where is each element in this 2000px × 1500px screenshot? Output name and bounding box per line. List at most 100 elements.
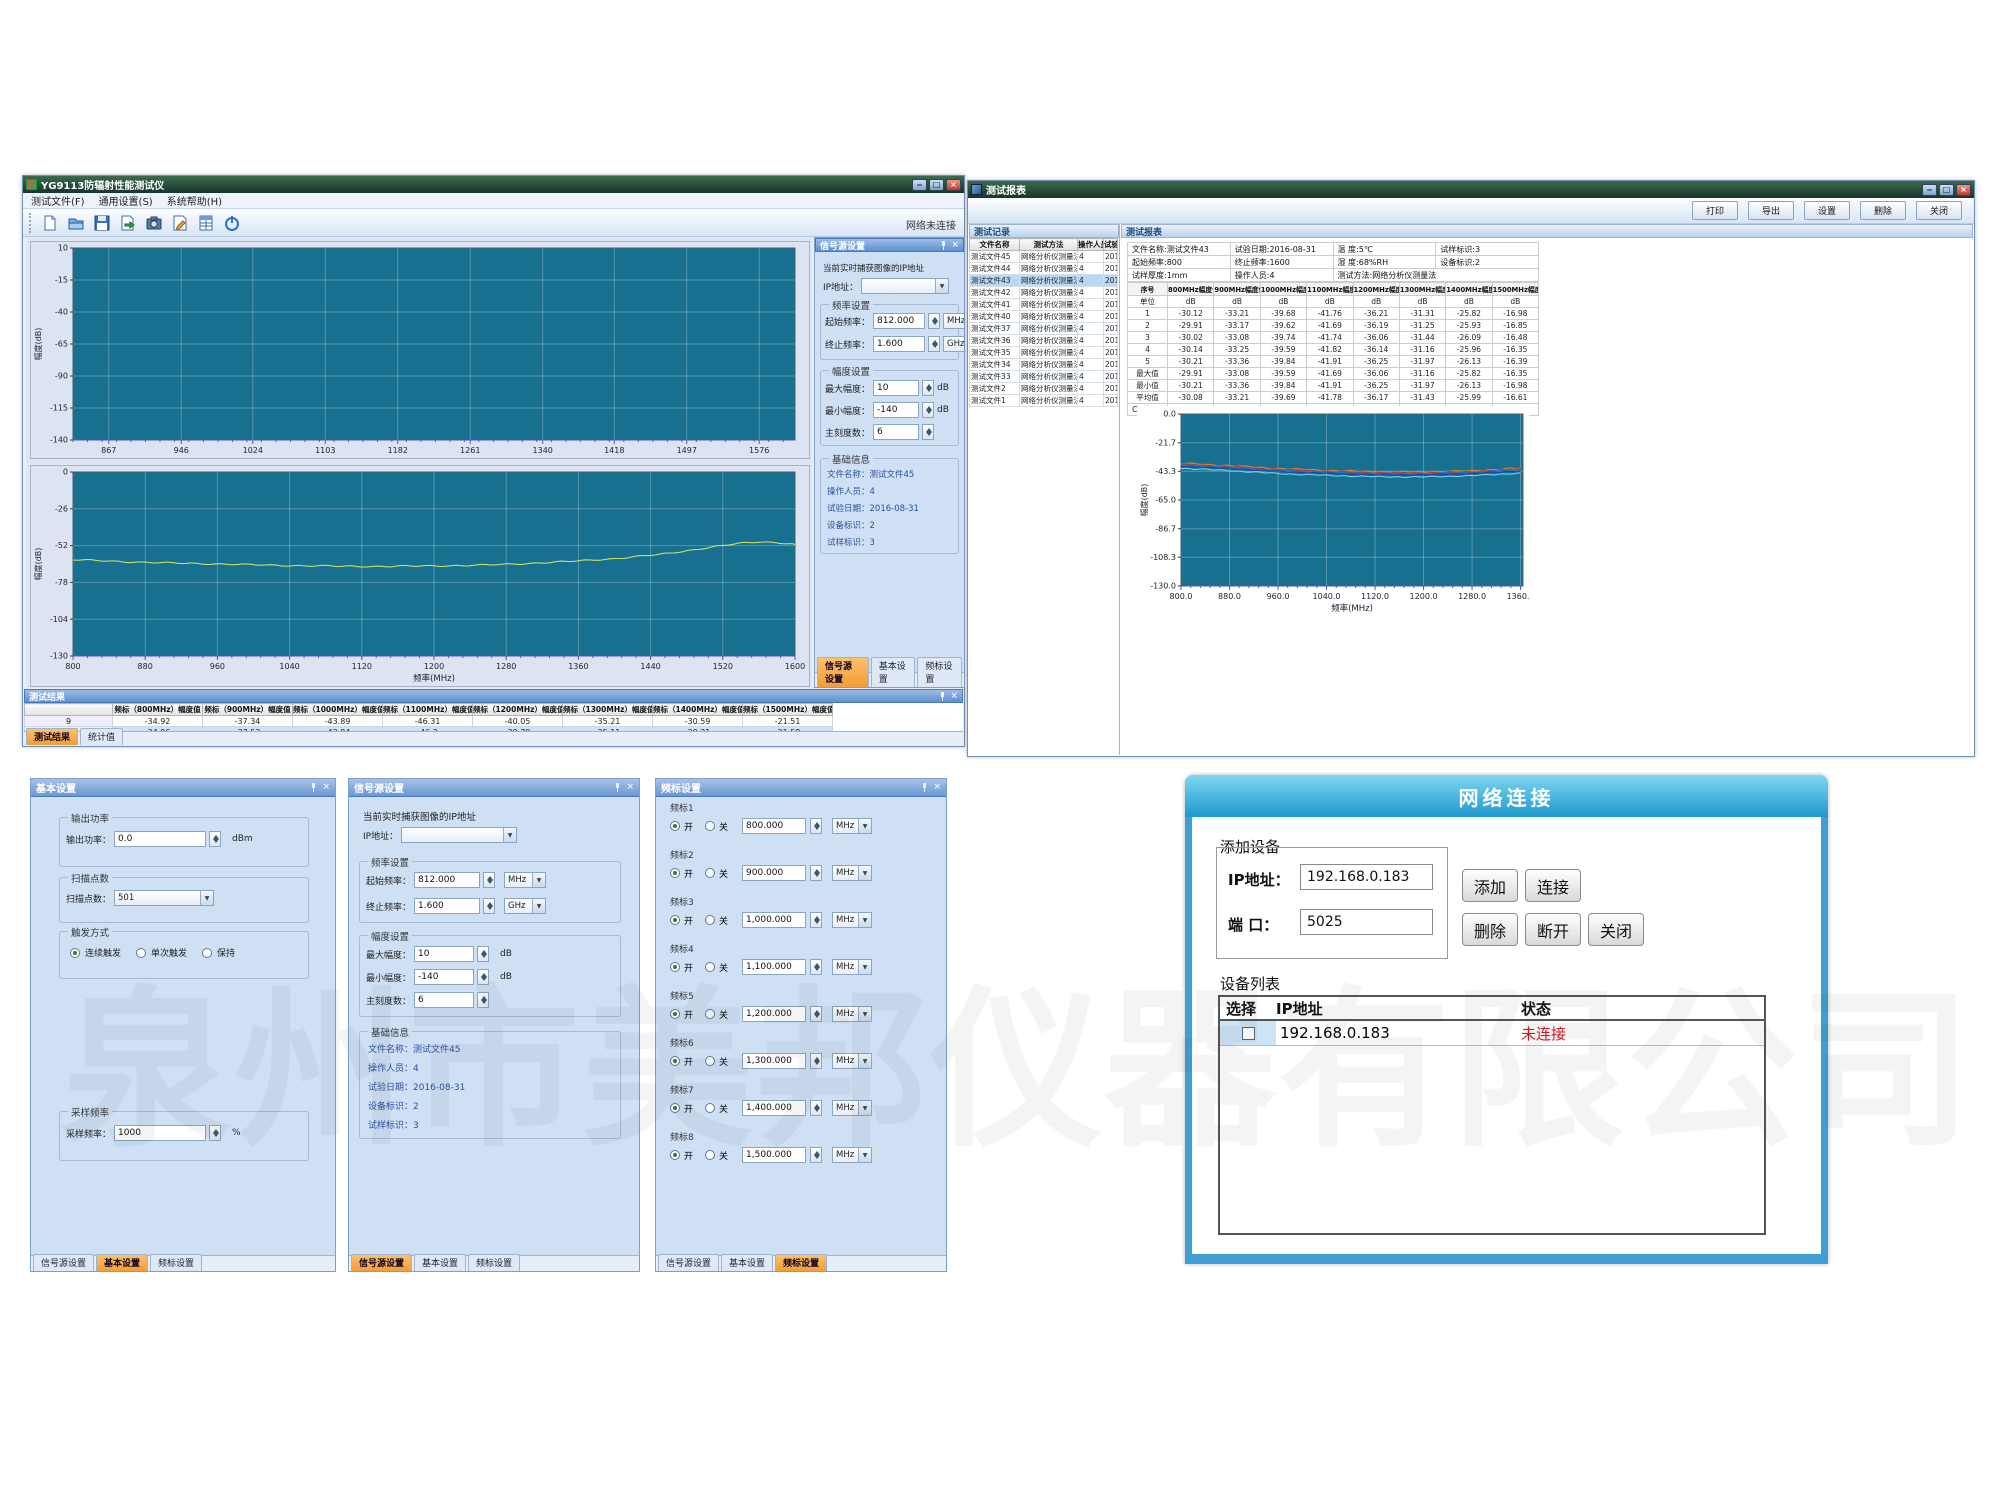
marker-freq-stepper[interactable]: [810, 912, 822, 928]
save-icon[interactable]: [92, 213, 112, 233]
tab-基本设置[interactable]: 基本设置: [871, 657, 916, 687]
stop-freq-input[interactable]: 1.600: [873, 336, 925, 352]
start-freq-stepper[interactable]: [483, 872, 495, 888]
marker-off-radio[interactable]: [705, 1150, 715, 1160]
marker-unit-select[interactable]: MHz▼: [832, 865, 872, 881]
sample-stepper[interactable]: [209, 1125, 221, 1141]
marker-panel-titlebar[interactable]: 频标设置 ×: [656, 779, 946, 797]
record-row[interactable]: 测试文件34网络分析仪测量法42016-08-31: [970, 359, 1118, 371]
menu-general-settings[interactable]: 通用设置(S): [99, 193, 153, 208]
start-freq-input[interactable]: 812.000: [873, 313, 925, 329]
tab-频标设置[interactable]: 频标设置: [775, 1254, 827, 1271]
sample-input[interactable]: 1000: [114, 1125, 206, 1141]
minimize-icon[interactable]: ‒: [912, 179, 927, 191]
marker-freq-stepper[interactable]: [810, 1147, 822, 1163]
tab-基本设置[interactable]: 基本设置: [414, 1254, 466, 1271]
marker-unit-select[interactable]: MHz▼: [832, 1100, 872, 1116]
edit-icon[interactable]: [170, 213, 190, 233]
close-icon[interactable]: ×: [950, 692, 958, 701]
marker-on-radio[interactable]: [670, 962, 680, 972]
marker-freq-input[interactable]: 1,100.000: [742, 959, 806, 975]
div-stepper[interactable]: [922, 424, 934, 440]
close-icon[interactable]: ×: [933, 783, 941, 792]
marker-unit-select[interactable]: MHz▼: [832, 1147, 872, 1163]
stop-freq-stepper[interactable]: [483, 898, 495, 914]
record-row[interactable]: 测试文件42网络分析仪测量法42016-08-31: [970, 287, 1118, 299]
results-row[interactable]: 9-34.92-37.34-43.89-46.31-40.05-35.21-30…: [25, 716, 833, 727]
marker-freq-input[interactable]: 1,400.000: [742, 1100, 806, 1116]
pin-icon[interactable]: [939, 692, 946, 701]
checkbox[interactable]: [1242, 1027, 1255, 1040]
ip-select[interactable]: ▼: [401, 827, 517, 843]
min-amp-input[interactable]: -140: [873, 402, 919, 418]
camera-icon[interactable]: [144, 213, 164, 233]
pin-icon[interactable]: [921, 783, 928, 792]
start-freq-unit[interactable]: MHz▼: [504, 872, 546, 888]
close-button[interactable]: 关闭: [1588, 913, 1644, 946]
marker-on-radio[interactable]: [670, 915, 680, 925]
print-button[interactable]: 打印: [1692, 201, 1738, 220]
marker-freq-stepper[interactable]: [810, 959, 822, 975]
report-icon[interactable]: [196, 213, 216, 233]
tab-测试结果[interactable]: 测试结果: [26, 728, 78, 745]
radio-single[interactable]: [136, 948, 146, 958]
record-row[interactable]: 测试文件2网络分析仪测量法42016-08-31: [970, 383, 1118, 395]
power-input[interactable]: 0.0: [114, 831, 206, 847]
open-file-icon[interactable]: [66, 213, 86, 233]
record-row[interactable]: 测试文件37网络分析仪测量法42016-08-31: [970, 323, 1118, 335]
record-row[interactable]: 测试文件1网络分析仪测量法42016-08-31: [970, 395, 1118, 407]
record-row[interactable]: 测试文件44网络分析仪测量法42016-08-31: [970, 263, 1118, 275]
menu-test-file[interactable]: 测试文件(F): [31, 193, 85, 208]
marker-off-radio[interactable]: [705, 1009, 715, 1019]
tab-统计值[interactable]: 统计值: [80, 728, 123, 745]
close-icon[interactable]: ×: [951, 241, 959, 250]
min-amp-stepper[interactable]: [922, 402, 934, 418]
connect-button[interactable]: 连接: [1525, 869, 1581, 902]
min-amp-stepper[interactable]: [477, 969, 489, 985]
tab-信号源设置[interactable]: 信号源设置: [33, 1254, 94, 1271]
settings-button[interactable]: 设置: [1804, 201, 1850, 220]
tab-信号源设置[interactable]: 信号源设置: [351, 1254, 412, 1271]
record-row[interactable]: 测试文件41网络分析仪测量法42016-08-31: [970, 299, 1118, 311]
marker-freq-input[interactable]: 1,000.000: [742, 912, 806, 928]
marker-off-radio[interactable]: [705, 1056, 715, 1066]
power-stepper[interactable]: [209, 831, 221, 847]
basic-panel-titlebar[interactable]: 基本设置 ×: [31, 779, 335, 797]
maximize-icon[interactable]: □: [1939, 184, 1954, 196]
close-icon[interactable]: ×: [322, 783, 330, 792]
marker-off-radio[interactable]: [705, 915, 715, 925]
marker-off-radio[interactable]: [705, 962, 715, 972]
stop-freq-unit[interactable]: GHz▼: [943, 336, 964, 352]
marker-freq-input[interactable]: 900.000: [742, 865, 806, 881]
disconnect-button[interactable]: 断开: [1525, 913, 1581, 946]
max-amp-stepper[interactable]: [477, 946, 489, 962]
marker-freq-stepper[interactable]: [810, 1053, 822, 1069]
marker-on-radio[interactable]: [670, 1056, 680, 1066]
div-stepper[interactable]: [477, 992, 489, 1008]
ip-select[interactable]: ▼: [861, 278, 949, 294]
radio-hold[interactable]: [202, 948, 212, 958]
report-window-titlebar[interactable]: 测试报表 ‒ □ ×: [968, 181, 1974, 198]
marker-on-radio[interactable]: [670, 1150, 680, 1160]
marker-freq-input[interactable]: 1,200.000: [742, 1006, 806, 1022]
marker-freq-stepper[interactable]: [810, 1100, 822, 1116]
start-freq-unit[interactable]: MHz▼: [943, 313, 964, 329]
start-freq-input[interactable]: 812.000: [414, 872, 480, 888]
export-icon[interactable]: [118, 213, 138, 233]
marker-freq-stepper[interactable]: [810, 865, 822, 881]
device-row[interactable]: 192.168.0.183 未连接: [1220, 1021, 1764, 1046]
marker-unit-select[interactable]: MHz▼: [832, 818, 872, 834]
marker-off-radio[interactable]: [705, 1103, 715, 1113]
tab-频标设置[interactable]: 频标设置: [468, 1254, 520, 1271]
record-row[interactable]: 测试文件43网络分析仪测量法42016-08-31: [970, 275, 1118, 287]
marker-on-radio[interactable]: [670, 1103, 680, 1113]
power-icon[interactable]: [222, 213, 242, 233]
sidebar-titlebar[interactable]: 信号源设置 ×: [815, 238, 964, 252]
pin-icon[interactable]: [614, 783, 621, 792]
new-file-icon[interactable]: [40, 213, 60, 233]
results-titlebar[interactable]: 测试结果 ×: [24, 689, 963, 703]
min-amp-input[interactable]: -140: [414, 969, 474, 985]
record-row[interactable]: 测试文件40网络分析仪测量法42016-08-31: [970, 311, 1118, 323]
chevron-down-icon[interactable]: ▼: [935, 279, 948, 293]
record-row[interactable]: 测试文件45网络分析仪测量法42016-08-31: [970, 251, 1118, 263]
